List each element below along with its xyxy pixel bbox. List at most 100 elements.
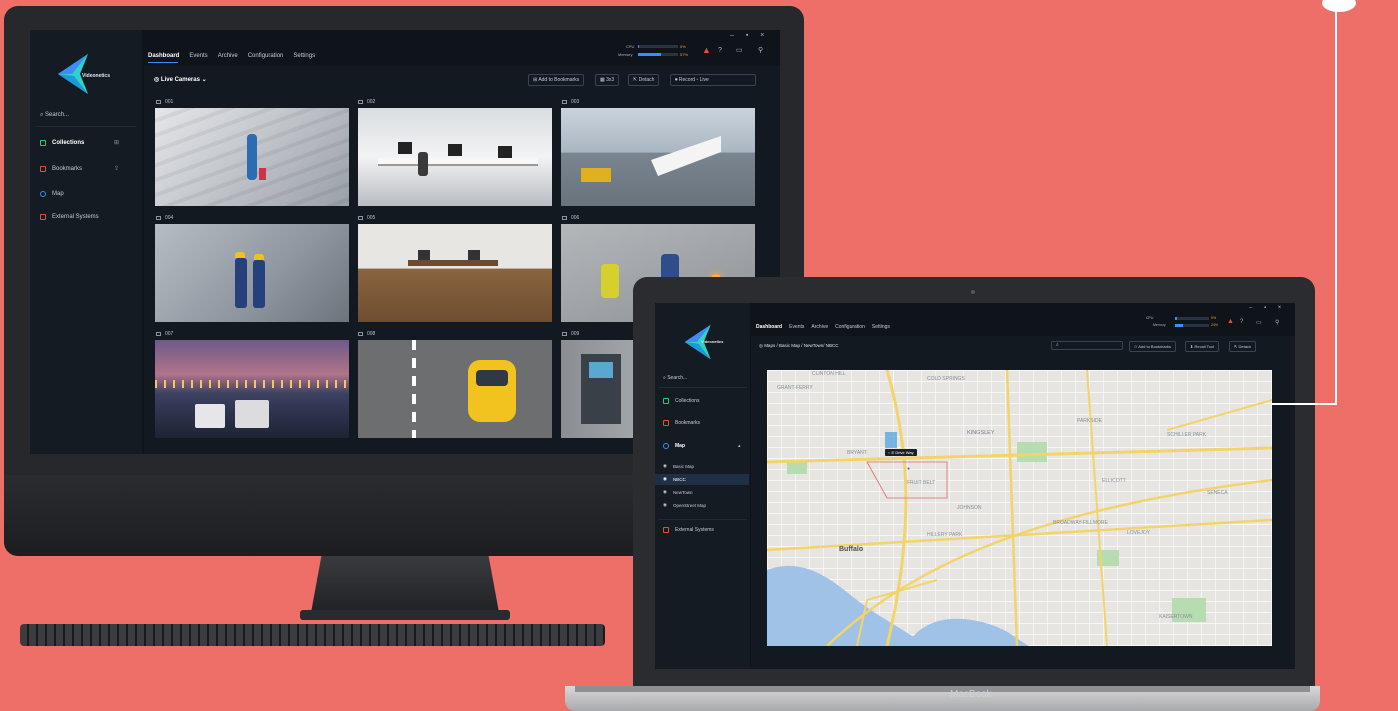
camera-feed-001[interactable] bbox=[155, 108, 349, 206]
tab-archive[interactable]: Archive bbox=[811, 324, 828, 330]
map-label: LOVEJOY bbox=[1127, 530, 1151, 536]
tab-settings[interactable]: Settings bbox=[872, 324, 890, 330]
map-label: SENECA bbox=[1207, 490, 1228, 496]
sidebar-item-label: External Systems bbox=[52, 214, 99, 220]
map-label: ELLICOTT bbox=[1102, 478, 1126, 484]
layer-icon: ◉ bbox=[663, 489, 667, 494]
camera-label: 003 bbox=[562, 99, 579, 105]
laptop-memory-meter bbox=[1175, 324, 1209, 327]
laptop-add-bookmark-button[interactable]: ✩ Add to Bookmarks bbox=[1129, 341, 1176, 352]
alert-icon[interactable]: ▲ bbox=[702, 45, 711, 55]
layer-icon: ◉ bbox=[663, 463, 667, 468]
camera-icon bbox=[562, 332, 567, 336]
map-search-input[interactable]: ⌕ bbox=[1051, 341, 1123, 350]
camera-label: 009 bbox=[562, 331, 579, 337]
tab-archive[interactable]: Archive bbox=[218, 53, 238, 59]
tab-configuration[interactable]: Configuration bbox=[835, 324, 865, 330]
camera-feed-002[interactable] bbox=[358, 108, 552, 206]
window-controls[interactable]: – ▪ × bbox=[730, 32, 769, 39]
export-bookmark-icon[interactable]: ⇪ bbox=[114, 165, 119, 172]
message-icon[interactable]: ▭ bbox=[736, 46, 743, 54]
callout-connector bbox=[1272, 0, 1337, 405]
sidebar-item-label: Collections bbox=[675, 398, 700, 404]
map-child-nbcc[interactable]: ◉ NBCC bbox=[663, 476, 686, 482]
city-map[interactable]: CLINTON HILL COLD SPRINGS GRANT-FERRY KI… bbox=[767, 370, 1272, 646]
add-to-bookmarks-button[interactable]: ⊞ Add to Bookmarks bbox=[528, 74, 585, 86]
map-marker[interactable]: ◐ E Drive Way bbox=[885, 449, 917, 456]
sidebar-item-map[interactable]: Map bbox=[40, 191, 64, 197]
memory-label: Memory bbox=[1153, 323, 1166, 327]
camera-label: 006 bbox=[562, 215, 579, 221]
laptop-cpu-meter bbox=[1175, 317, 1209, 320]
logo-text: Videonetics bbox=[82, 73, 110, 79]
tab-dashboard[interactable]: Dashboard bbox=[148, 53, 179, 59]
divider bbox=[36, 126, 136, 127]
map-child-newtown[interactable]: ◉ NewTown bbox=[663, 489, 692, 495]
recall-tool-button[interactable]: ⬇ Recall Tool bbox=[1185, 341, 1219, 352]
camera-label: 001 bbox=[156, 99, 173, 105]
map-canvas bbox=[767, 370, 1272, 646]
laptop-sidebar-item-bookmarks[interactable]: Bookmarks bbox=[663, 420, 700, 426]
sidebar-item-label: Collections bbox=[52, 140, 85, 146]
tab-configuration[interactable]: Configuration bbox=[248, 53, 284, 59]
camera-feed-005[interactable] bbox=[358, 224, 552, 322]
map-child-openstreet-map[interactable]: ◉ OpenStreet Map bbox=[663, 502, 706, 508]
record-live-toggle[interactable]: ⏺ Record • Live bbox=[670, 74, 756, 86]
sidebar-item-external-systems[interactable]: External Systems bbox=[40, 214, 99, 220]
camera-label: 007 bbox=[156, 331, 173, 337]
laptop-sidebar-item-collections[interactable]: Collections bbox=[663, 398, 699, 404]
camera-feed-003[interactable] bbox=[561, 108, 755, 206]
memory-meter-fill bbox=[1175, 324, 1184, 327]
camera-icon bbox=[156, 216, 161, 220]
camera-feed-004[interactable] bbox=[155, 224, 349, 322]
add-collection-icon[interactable]: ⊞ bbox=[114, 139, 119, 146]
laptop-hinge bbox=[575, 686, 1310, 692]
detach-button[interactable]: ⇱ Detach bbox=[628, 74, 660, 86]
laptop-search-input[interactable]: ⌕ Search... bbox=[663, 375, 687, 381]
bookmark-icon bbox=[663, 420, 669, 426]
live-cameras-title[interactable]: ◎ Live Cameras ⌄ bbox=[154, 76, 207, 83]
map-child-label: NewTown bbox=[672, 489, 693, 495]
help-icon[interactable]: ? bbox=[1240, 319, 1243, 325]
tab-events[interactable]: Events bbox=[789, 324, 804, 330]
button-label: Add to Bookmarks bbox=[1138, 344, 1171, 349]
chevron-up-icon[interactable]: ▴ bbox=[738, 443, 741, 449]
camera-id: 002 bbox=[367, 99, 376, 105]
camera-id: 006 bbox=[571, 215, 580, 221]
search-input[interactable]: ⌕ Search... bbox=[40, 112, 69, 119]
button-label: Add to Bookmarks bbox=[538, 77, 580, 83]
button-label: Detach bbox=[638, 77, 655, 83]
layout-button[interactable]: ▦ 3x3 bbox=[595, 74, 620, 86]
map-label: KAISERTOWN bbox=[1159, 614, 1193, 620]
laptop-detach-button[interactable]: ⇱ Detach bbox=[1229, 341, 1257, 352]
tab-events[interactable]: Events bbox=[189, 53, 207, 59]
sidebar-item-bookmarks[interactable]: Bookmarks bbox=[40, 166, 82, 172]
tab-settings[interactable]: Settings bbox=[293, 53, 315, 59]
live-label: Live bbox=[699, 77, 709, 83]
map-child-label: OpenStreet Map bbox=[672, 502, 706, 508]
help-icon[interactable]: ? bbox=[718, 47, 722, 54]
sidebar-item-label: External Systems bbox=[675, 527, 714, 533]
map-label: JOHNSON bbox=[957, 505, 982, 511]
external-systems-icon bbox=[40, 214, 46, 220]
camera-label: 008 bbox=[358, 331, 375, 337]
laptop-sidebar-item-external-systems[interactable]: External Systems bbox=[663, 527, 714, 533]
cpu-label: CPU bbox=[626, 44, 635, 49]
map-child-basic-map[interactable]: ◉ Basic Map bbox=[663, 463, 694, 469]
camera-feed-007[interactable] bbox=[155, 340, 349, 438]
search-placeholder: Search... bbox=[45, 112, 70, 118]
camera-feed-008[interactable] bbox=[358, 340, 552, 438]
laptop-sidebar-item-map[interactable]: Map bbox=[663, 443, 685, 449]
memory-meter-fill bbox=[638, 53, 661, 56]
record-label: Record bbox=[678, 77, 696, 83]
message-icon[interactable]: ▭ bbox=[1256, 319, 1262, 326]
map-child-label: NBCC bbox=[672, 476, 686, 482]
tab-dashboard[interactable]: Dashboard bbox=[756, 324, 782, 330]
camera-icon bbox=[156, 100, 161, 104]
user-icon[interactable]: ⚲ bbox=[758, 46, 763, 54]
sidebar-item-label: Bookmarks bbox=[675, 420, 701, 426]
camera-id: 001 bbox=[165, 99, 174, 105]
bookmark-icon bbox=[40, 166, 46, 172]
sidebar-item-collections[interactable]: Collections bbox=[40, 140, 84, 146]
alert-icon[interactable]: ▲ bbox=[1227, 318, 1234, 325]
